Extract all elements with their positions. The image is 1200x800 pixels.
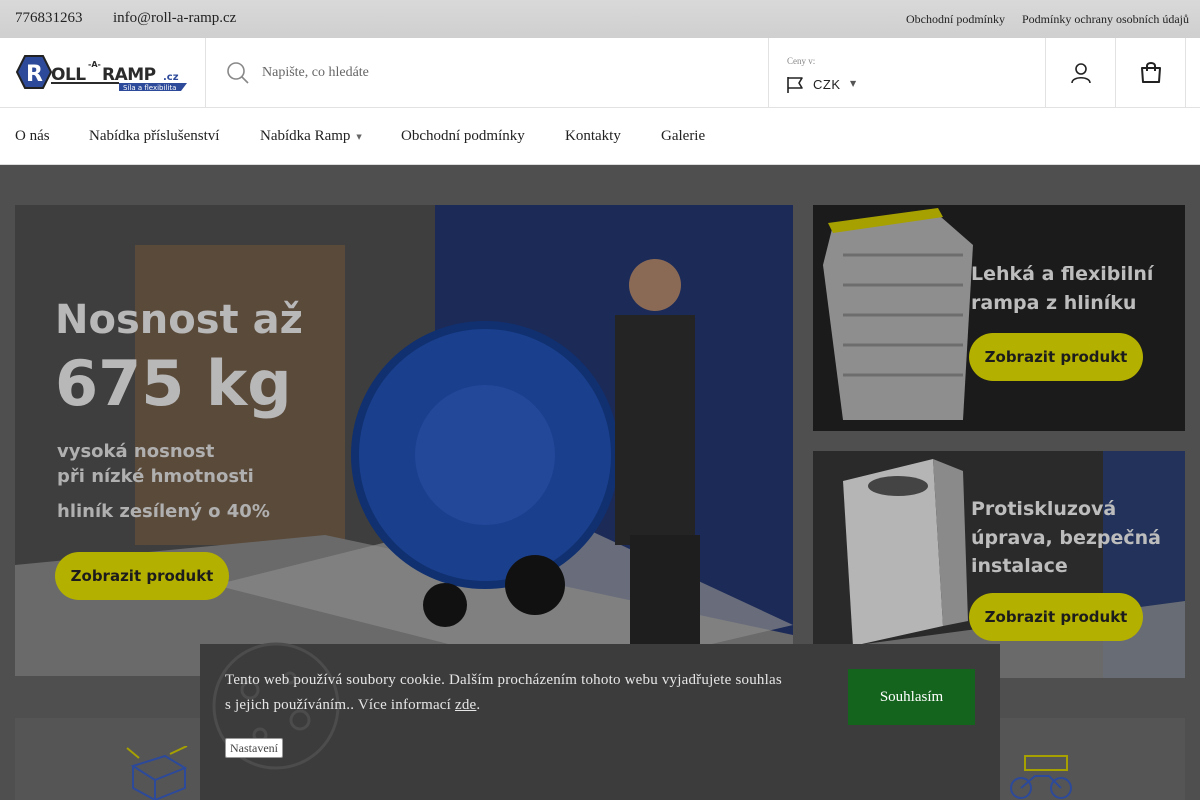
header-divider — [768, 38, 769, 108]
flag-icon — [787, 77, 803, 93]
side-banner-2-line3: instalace — [971, 555, 1068, 577]
hero-title-line1: Nosnost až — [55, 297, 303, 343]
account-button[interactable] — [1046, 38, 1116, 108]
hero-title-line2: 675 kg — [55, 347, 292, 420]
chevron-down-icon: ▼ — [356, 132, 362, 141]
nav-item-terms[interactable]: Obchodní podmínky — [401, 128, 525, 145]
header-divider — [1185, 38, 1186, 108]
header-divider — [205, 38, 206, 108]
side-banner-2-show-product-button[interactable]: Zobrazit produkt — [969, 593, 1143, 641]
cookie-text-end: . — [476, 697, 481, 713]
cookie-settings-button[interactable]: Nastavení — [225, 738, 283, 758]
currency-caption: Ceny v: — [787, 56, 816, 66]
user-icon — [1071, 63, 1091, 84]
search-input[interactable] — [262, 58, 742, 88]
nav-item-accessories[interactable]: Nabídka příslušenství — [89, 128, 219, 145]
currency-select[interactable]: CZK — [813, 77, 841, 92]
search-icon[interactable] — [226, 61, 250, 85]
hero-subtitle-line1: vysoká nosnost — [57, 441, 215, 462]
cookie-consent-bar: Tento web používá soubory cookie. Dalším… — [200, 642, 1000, 800]
side-banner-image — [813, 205, 1185, 431]
hero-subtitle-line2: při nízké hmotnosti — [57, 466, 254, 487]
ramp-load-icon — [126, 746, 188, 800]
cookie-accept-button[interactable]: Souhlasím — [848, 669, 975, 725]
shopping-bag-icon — [1141, 62, 1161, 83]
terms-link[interactable]: Obchodní podmínky — [906, 12, 1005, 27]
side-banner-2-line1: Protiskluzová — [971, 498, 1117, 520]
main-navigation: O nás Nabídka příslušenství Nabídka Ramp… — [0, 108, 1200, 165]
side-banner-2-line2: úprava, bezpečná — [971, 527, 1161, 549]
nav-item-contacts[interactable]: Kontakty — [565, 128, 621, 145]
nav-item-gallery[interactable]: Galerie — [661, 128, 705, 145]
cookie-message: Tento web používá soubory cookie. Dalším… — [225, 668, 785, 718]
nav-item-about[interactable]: O nás — [15, 128, 50, 145]
cookie-more-info-link[interactable]: zde — [455, 697, 476, 713]
privacy-link[interactable]: Podmínky ochrany osobních údajů — [1022, 12, 1189, 27]
phone-link[interactable]: 776831263 — [15, 10, 83, 27]
hero-banner[interactable]: Nosnost až 675 kg vysoká nosnost při níz… — [15, 205, 793, 676]
nav-item-ramps[interactable]: Nabídka Ramp ▼ — [260, 128, 362, 145]
svg-text:.cz: .cz — [163, 72, 179, 83]
email-link[interactable]: info@roll-a-ramp.cz — [113, 10, 236, 27]
side-banner-1-show-product-button[interactable]: Zobrazit produkt — [969, 333, 1143, 381]
hero-subtitle-line3: hliník zesílený o 40% — [57, 501, 270, 522]
top-bar: 776831263 info@roll-a-ramp.cz Obchodní p… — [0, 0, 1200, 38]
svg-text:-A-: -A- — [88, 60, 101, 69]
chevron-down-icon: ▼ — [850, 79, 857, 88]
cookie-text: Tento web používá soubory cookie. Dalším… — [225, 672, 782, 713]
cart-button[interactable] — [1116, 38, 1186, 108]
site-header: R OLL -A- RAMP .cz Síla a flexibilita Ce… — [0, 38, 1200, 108]
site-logo[interactable]: R OLL -A- RAMP .cz Síla a flexibilita — [15, 53, 190, 93]
logo-graphic: R OLL -A- RAMP .cz Síla a flexibilita — [15, 55, 187, 92]
side-banner-1-line2: rampa z hliníku — [971, 292, 1137, 314]
svg-text:Síla a flexibilita: Síla a flexibilita — [123, 84, 176, 92]
side-banner-ramp[interactable]: Lehká a flexibilní rampa z hliníku Zobra… — [813, 205, 1185, 431]
side-banner-1-line1: Lehká a flexibilní — [971, 263, 1154, 285]
nav-item-label: Nabídka Ramp — [260, 128, 351, 144]
svg-text:R: R — [26, 62, 43, 87]
hero-show-product-button[interactable]: Zobrazit produkt — [55, 552, 229, 600]
motorbike-icon — [1010, 755, 1072, 799]
